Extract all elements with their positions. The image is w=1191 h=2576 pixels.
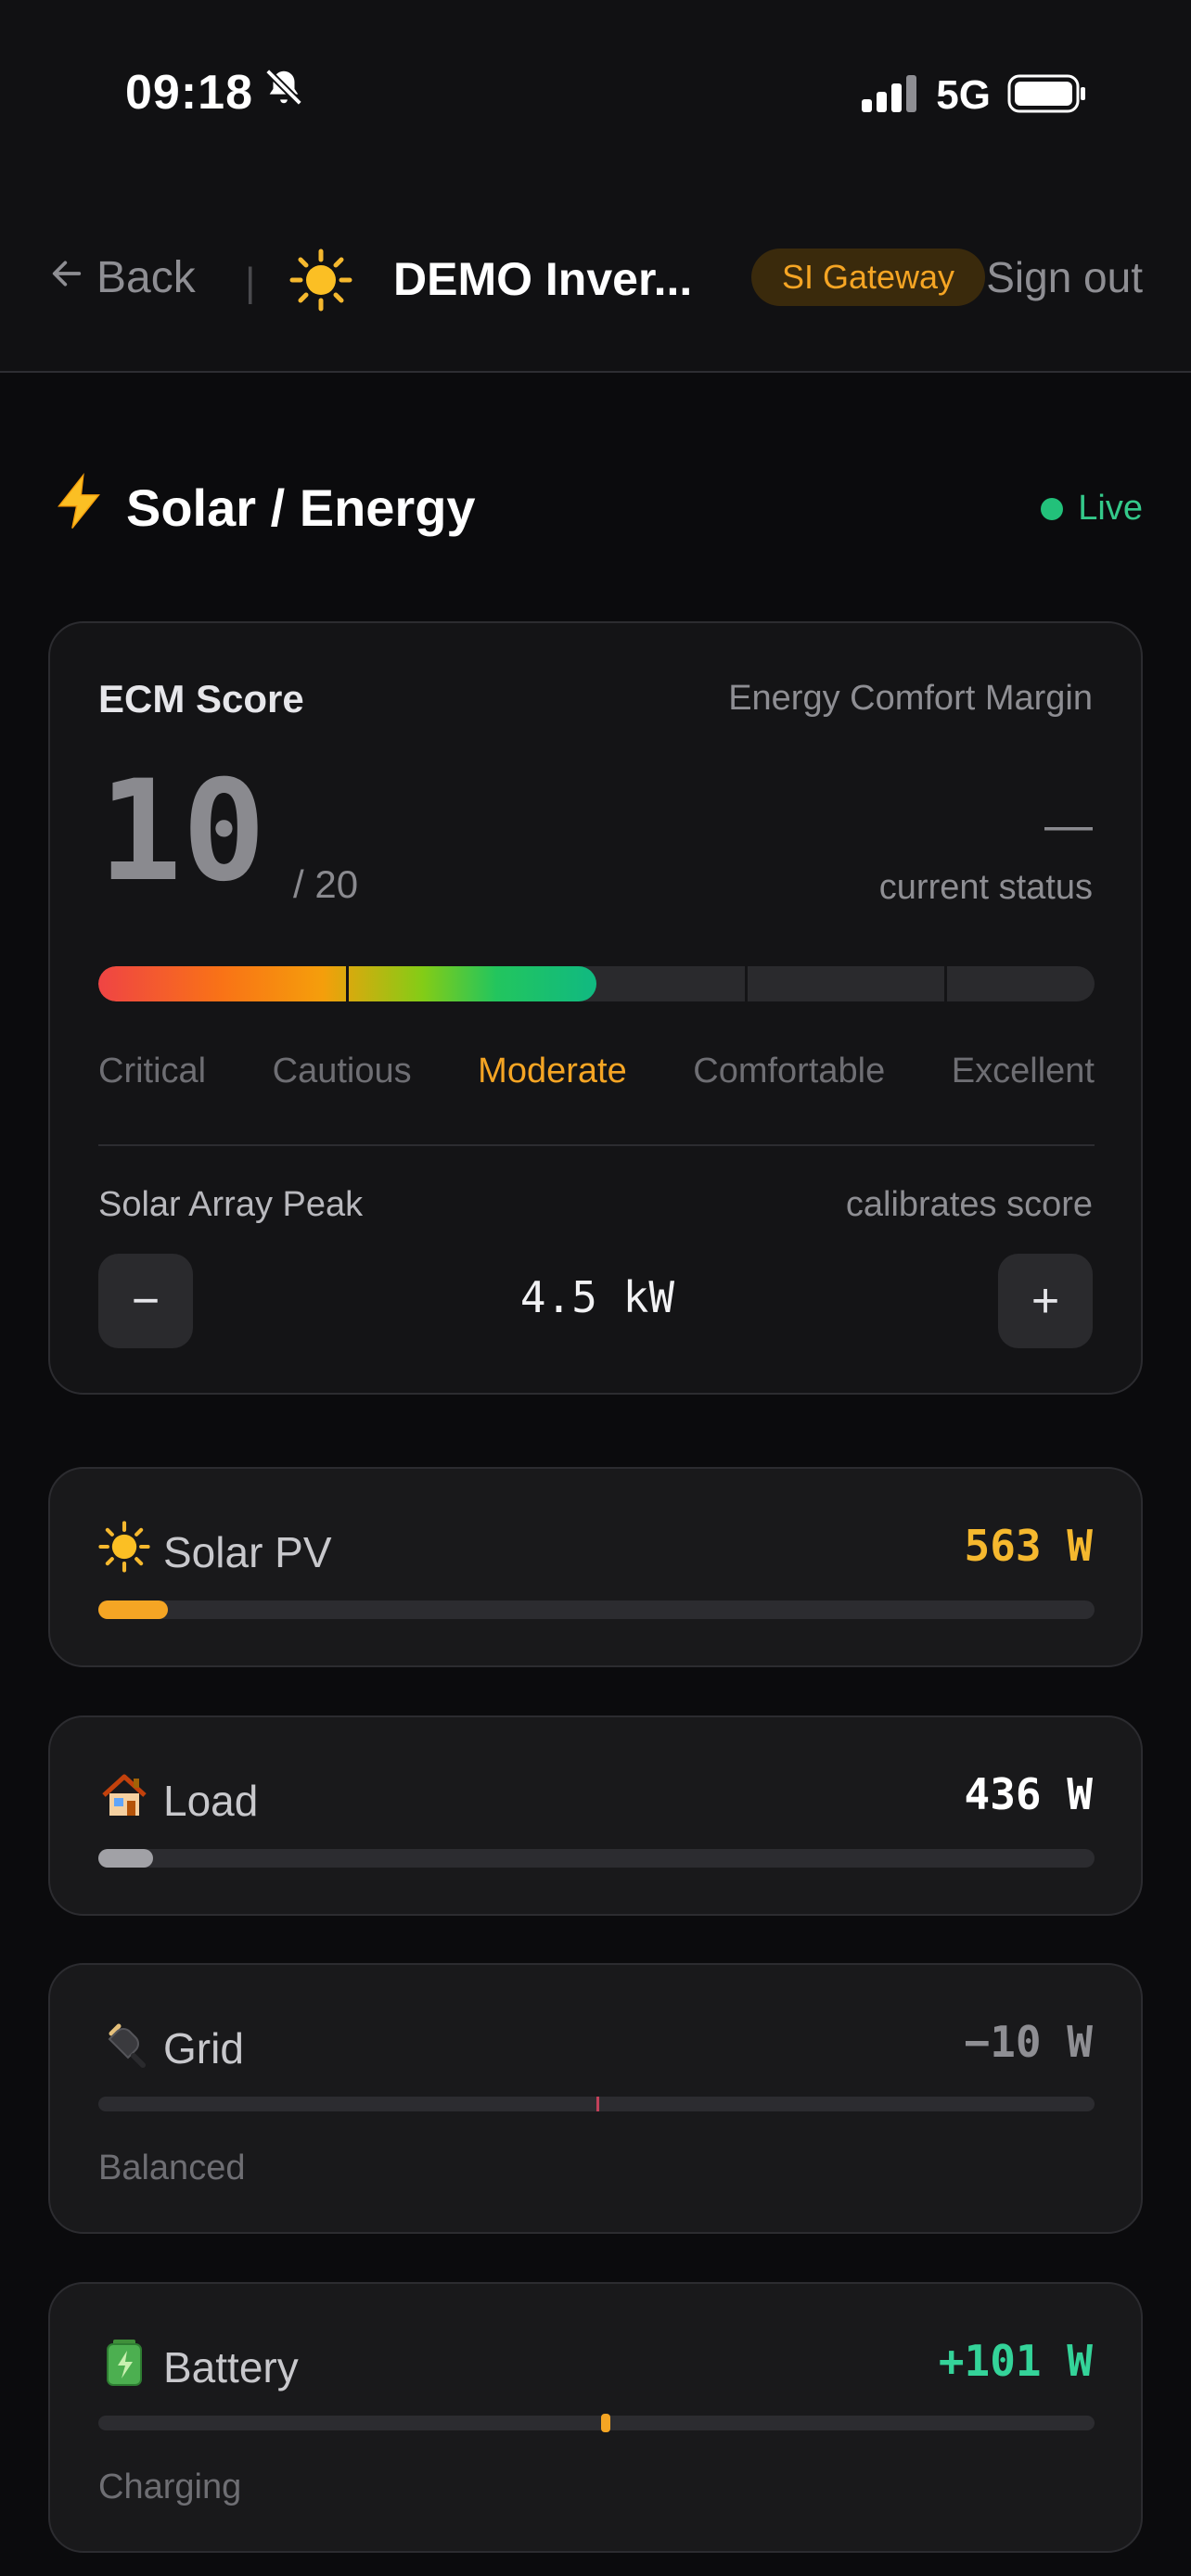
clock: 09:18 [125, 65, 305, 121]
bell-slash-icon [263, 65, 305, 121]
solar-peak-hint: calibrates score [845, 1185, 1093, 1224]
grid-label: Grid [163, 2023, 244, 2072]
bolt-icon [52, 472, 106, 542]
solar-pv-label: Solar PV [163, 1527, 332, 1576]
house-icon [98, 1769, 150, 1831]
status-bar: 09:18 5G [0, 0, 1191, 176]
battery-bar [98, 2414, 1095, 2432]
device-name: DEMO Inver... [393, 253, 693, 305]
plug-icon [98, 2017, 150, 2079]
back-label: Back [96, 253, 196, 302]
gateway-badge[interactable]: SI Gateway [751, 249, 985, 306]
ecm-status-label: current status [878, 868, 1093, 907]
app-header: Back | DEMO Inver... SI Gateway Sign out [0, 176, 1191, 373]
load-label-group: Load [98, 1769, 258, 1831]
solar-peak-label: Solar Array Peak [98, 1185, 364, 1224]
battery-card: Battery +101 W Charging [48, 2282, 1143, 2553]
ecm-level-moderate: Moderate [478, 1052, 627, 1090]
network-type: 5G [936, 72, 991, 118]
arrow-left-icon [48, 252, 85, 303]
load-label: Load [163, 1776, 259, 1825]
solar-pv-value: 563 W [964, 1521, 1093, 1571]
battery-bar-marker [601, 2414, 611, 2432]
solar-peak-value: 4.5 kW [519, 1272, 675, 1322]
header-separator: | [245, 260, 256, 305]
load-bar-fill [98, 1849, 154, 1868]
ecm-divider [98, 1144, 1095, 1146]
load-bar [98, 1849, 1095, 1868]
grid-bar-marker [596, 2097, 599, 2111]
battery-value: +101 W [938, 2336, 1093, 2386]
battery-charging-icon [98, 2336, 150, 2398]
ecm-bar-tick [745, 966, 748, 1001]
section-title: Solar / Energy [52, 472, 476, 542]
load-value: 436 W [964, 1769, 1093, 1819]
grid-status: Balanced [98, 2149, 246, 2187]
back-button[interactable]: Back [48, 252, 196, 303]
live-label: Live [1078, 489, 1143, 528]
live-dot [1041, 497, 1064, 520]
live-indicator: Live [1041, 489, 1143, 529]
section-title-text: Solar / Energy [126, 478, 476, 537]
ecm-level-comfortable: Comfortable [693, 1052, 886, 1090]
battery-icon [1007, 74, 1087, 118]
ecm-level-excellent: Excellent [951, 1052, 1095, 1090]
ecm-score-card: ECM Score Energy Comfort Margin 10 / 20 … [48, 621, 1143, 1395]
ecm-score-value: 10 [98, 751, 266, 912]
ecm-subtitle: Energy Comfort Margin [728, 679, 1093, 718]
increase-peak-button[interactable]: + [998, 1254, 1093, 1348]
ecm-score-max: / 20 [293, 862, 359, 906]
load-card: Load 436 W [48, 1715, 1143, 1916]
sun-icon [98, 1521, 150, 1583]
ecm-level-cautious: Cautious [272, 1052, 412, 1090]
sign-out-button[interactable]: Sign out [986, 252, 1143, 302]
battery-label: Battery [163, 2342, 299, 2391]
ecm-level-critical: Critical [98, 1052, 207, 1090]
sun-icon [289, 249, 352, 316]
grid-label-group: Grid [98, 2017, 244, 2079]
battery-status: Charging [98, 2468, 242, 2506]
ecm-level-labels: Critical Cautious Moderate Comfortable Excel… [98, 1052, 1095, 1091]
solar-pv-label-group: Solar PV [98, 1521, 332, 1583]
ecm-status-value: — [1044, 798, 1093, 852]
grid-card: Grid −10 W Balanced [48, 1963, 1143, 2234]
solar-pv-card: Solar PV 563 W [48, 1467, 1143, 1667]
battery-label-group: Battery [98, 2336, 299, 2398]
ecm-title: ECM Score [98, 677, 304, 721]
grid-value: −10 W [964, 2017, 1093, 2067]
solar-pv-bar [98, 1600, 1095, 1619]
grid-bar [98, 2097, 1095, 2111]
clock-time: 09:18 [125, 66, 253, 120]
ecm-score-bar [98, 966, 1095, 1001]
ecm-bar-tick [346, 966, 349, 1001]
ecm-bar-tick [944, 966, 947, 1001]
signal-icon [862, 74, 919, 117]
solar-pv-bar-fill [98, 1600, 169, 1619]
